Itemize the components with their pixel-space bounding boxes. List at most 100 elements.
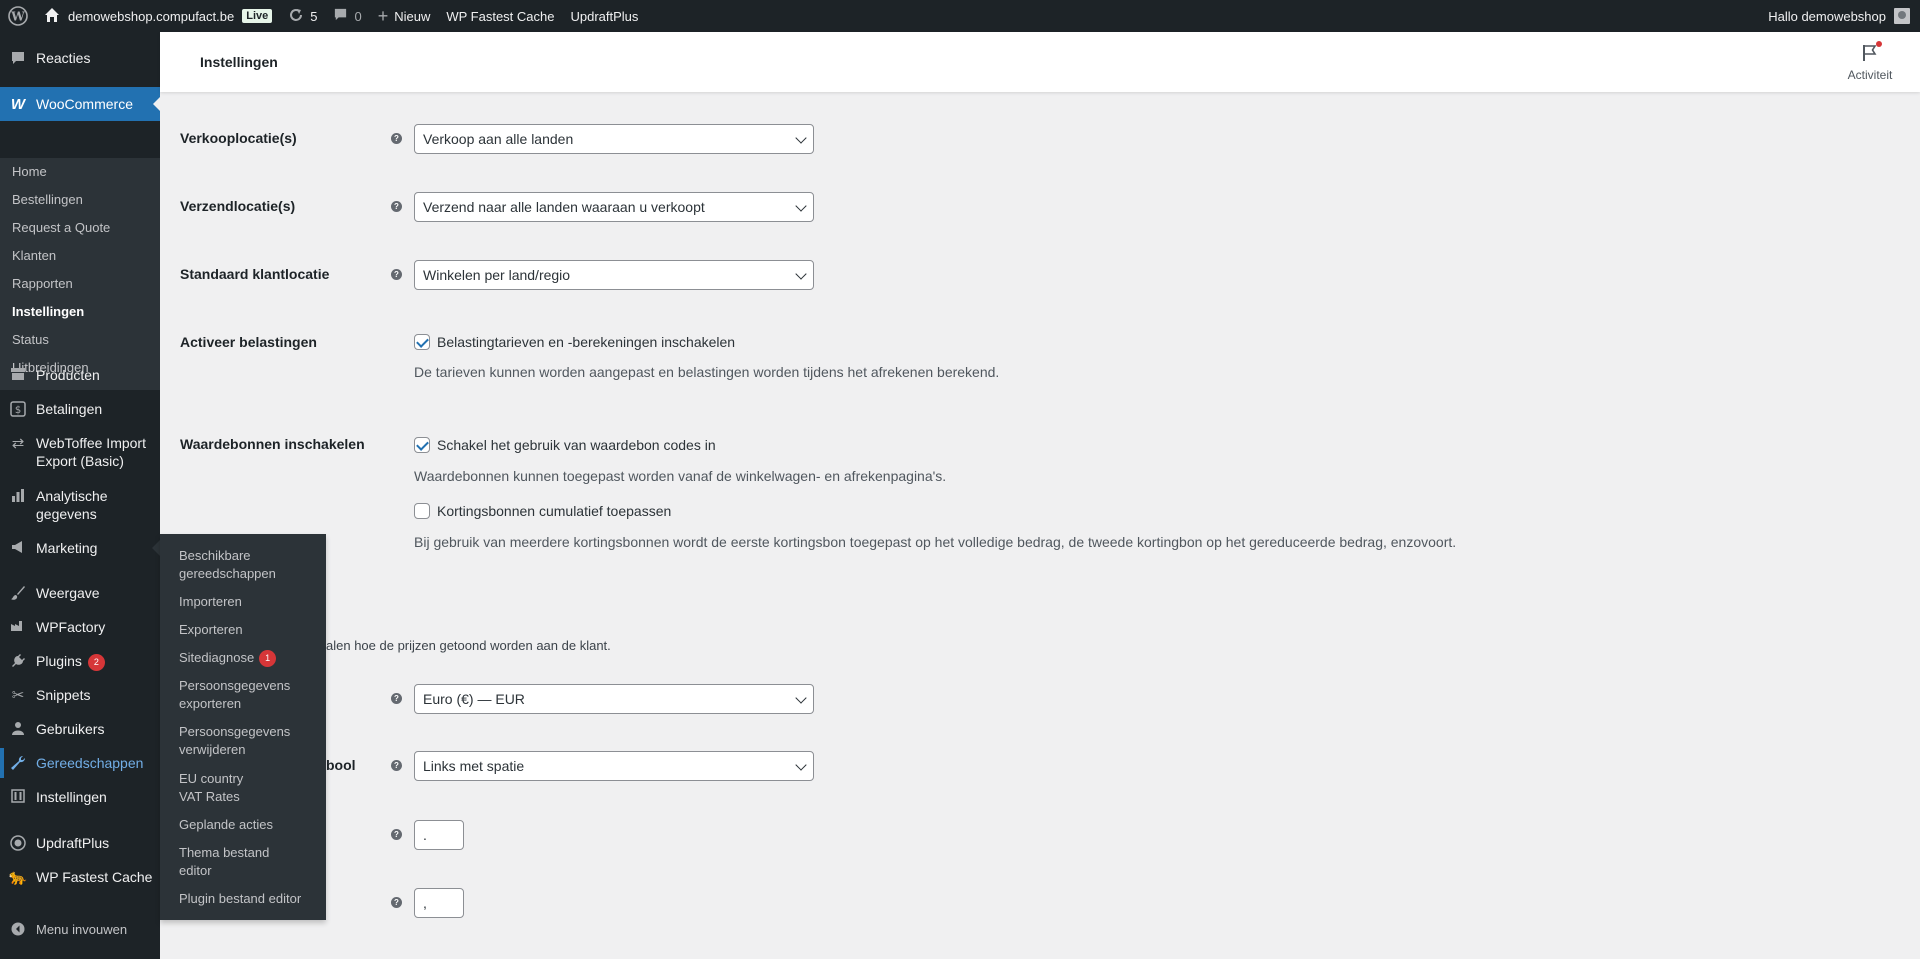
settings-icon bbox=[0, 788, 36, 803]
home-icon bbox=[44, 7, 60, 26]
menu-settings[interactable]: Instellingen bbox=[0, 788, 160, 806]
svg-text:W: W bbox=[10, 10, 25, 24]
flyout-site-health[interactable]: Sitediagnose 1 bbox=[179, 649, 319, 667]
menu-updraftplus[interactable]: UpdraftPlus bbox=[0, 834, 160, 852]
comment-icon bbox=[333, 7, 348, 25]
flyout-eu-vat-rates[interactable]: EU country VAT Rates bbox=[179, 770, 257, 806]
submenu-status[interactable]: Status bbox=[12, 332, 49, 347]
currency-options-intro: alen hoe de prijzen getoond worden aan d… bbox=[326, 638, 611, 653]
flyout-available-tools[interactable]: Beschikbare gereedschappen bbox=[179, 547, 319, 583]
collapse-icon bbox=[0, 921, 36, 936]
plugins-update-badge: 2 bbox=[87, 654, 105, 671]
cumulative-coupons-checkbox-label[interactable]: Kortingsbonnen cumulatief toepassen bbox=[437, 503, 671, 519]
help-icon[interactable]: ? bbox=[391, 897, 402, 908]
enable-taxes-checkbox-label[interactable]: Belastingtarieven en -berekeningen insch… bbox=[437, 334, 735, 350]
help-icon[interactable]: ? bbox=[391, 829, 402, 840]
menu-tools[interactable]: Gereedschappen bbox=[0, 748, 160, 778]
menu-payments[interactable]: $ Betalingen bbox=[0, 400, 160, 418]
account-menu[interactable]: Hallo demowebshop bbox=[1768, 0, 1920, 32]
enable-taxes-description: De tarieven kunnen worden aangepast en b… bbox=[414, 364, 1000, 380]
admin-bar: W demowebshop.compufact.be Live 5 0 + Ni… bbox=[0, 0, 1920, 32]
submenu-customers[interactable]: Klanten bbox=[12, 248, 56, 263]
enable-coupons-description: Waardebonnen kunnen toegepast worden van… bbox=[414, 468, 947, 484]
chevron-down-icon bbox=[795, 200, 807, 212]
submenu-orders[interactable]: Bestellingen bbox=[12, 192, 83, 207]
help-icon[interactable]: ? bbox=[391, 760, 402, 771]
refresh-icon bbox=[288, 7, 304, 26]
user-icon bbox=[0, 720, 36, 735]
chevron-down-icon bbox=[795, 268, 807, 280]
currency-select[interactable]: Euro (€) — EUR bbox=[414, 684, 814, 714]
wp-fastest-cache-link[interactable]: WP Fastest Cache bbox=[438, 0, 562, 32]
wrench-icon bbox=[0, 754, 36, 771]
help-icon[interactable]: ? bbox=[391, 269, 402, 280]
enable-taxes-label: Activeer belastingen bbox=[180, 334, 317, 350]
menu-woocommerce[interactable]: W WooCommerce bbox=[0, 87, 161, 121]
flyout-export-personal-data[interactable]: Persoonsgegevens exporteren bbox=[179, 677, 319, 713]
default-location-select[interactable]: Winkelen per land/regio bbox=[414, 260, 814, 290]
new-content-link[interactable]: + Nieuw bbox=[370, 0, 439, 32]
submenu-request-quote[interactable]: Request a Quote bbox=[12, 220, 110, 235]
enable-coupons-checkbox-label[interactable]: Schakel het gebruik van waardebon codes … bbox=[437, 437, 716, 453]
help-icon[interactable]: ? bbox=[391, 693, 402, 704]
flyout-export[interactable]: Exporteren bbox=[179, 621, 319, 639]
enable-taxes-checkbox[interactable] bbox=[414, 334, 430, 350]
activity-button[interactable]: Activiteit bbox=[1820, 32, 1920, 92]
decimal-separator-input[interactable]: , bbox=[414, 888, 464, 918]
shipping-locations-label: Verzendlocatie(s) bbox=[180, 198, 296, 214]
menu-products[interactable]: Producten bbox=[0, 366, 160, 384]
updraftplus-link[interactable]: UpdraftPlus bbox=[562, 0, 646, 32]
flyout-erase-personal-data[interactable]: Persoonsgegevens verwijderen bbox=[179, 723, 319, 759]
wordpress-logo-icon[interactable]: W bbox=[0, 0, 36, 32]
menu-webtoffee[interactable]: ⇄ WebToffee Import Export (Basic) bbox=[0, 434, 160, 470]
menu-users[interactable]: Gebruikers bbox=[0, 720, 160, 738]
page-header: Instellingen Activiteit bbox=[160, 32, 1920, 92]
avatar bbox=[1894, 8, 1910, 24]
flyout-scheduled-actions[interactable]: Geplande acties bbox=[179, 816, 319, 834]
selling-locations-select[interactable]: Verkoop aan alle landen bbox=[414, 124, 814, 154]
submenu-home[interactable]: Home bbox=[12, 164, 47, 179]
updates-link[interactable]: 5 bbox=[280, 0, 325, 32]
enable-coupons-label: Waardebonnen inschakelen bbox=[180, 436, 365, 452]
active-arrow bbox=[153, 96, 161, 112]
menu-wpfactory[interactable]: WPFactory bbox=[0, 618, 160, 636]
help-icon[interactable]: ? bbox=[391, 133, 402, 144]
help-icon[interactable]: ? bbox=[391, 201, 402, 212]
chevron-down-icon bbox=[795, 692, 807, 704]
woocommerce-icon: W bbox=[10, 95, 26, 113]
cheetah-icon: 🐆 bbox=[8, 869, 28, 886]
updraft-icon bbox=[0, 834, 36, 851]
menu-appearance[interactable]: Weergave bbox=[0, 584, 160, 602]
selling-locations-label: Verkooplocatie(s) bbox=[180, 130, 297, 146]
currency-position-label: bool bbox=[326, 757, 356, 773]
currency-position-select[interactable]: Links met spatie bbox=[414, 751, 814, 781]
activity-notification-dot bbox=[1876, 41, 1882, 47]
dollar-icon: $ bbox=[0, 400, 36, 417]
site-name-link[interactable]: demowebshop.compufact.be Live bbox=[36, 0, 280, 32]
flyout-import[interactable]: Importeren bbox=[179, 593, 319, 611]
menu-plugins[interactable]: Plugins 2 bbox=[0, 652, 160, 671]
page-title: Instellingen bbox=[200, 54, 278, 70]
submenu-reports[interactable]: Rapporten bbox=[12, 276, 73, 291]
svg-text:$: $ bbox=[15, 405, 21, 416]
shipping-locations-select[interactable]: Verzend naar alle landen waaraan u verko… bbox=[414, 192, 814, 222]
scissors-icon: ✂ bbox=[11, 687, 25, 704]
enable-coupons-checkbox[interactable] bbox=[414, 437, 430, 453]
tools-flyout-menu: Beschikbare gereedschappen Importeren Ex… bbox=[160, 534, 326, 920]
flyout-plugin-file-editor[interactable]: Plugin bestand editor bbox=[179, 890, 319, 908]
cumulative-coupons-checkbox[interactable] bbox=[414, 503, 430, 519]
brush-icon bbox=[0, 584, 36, 601]
thousand-separator-input[interactable]: . bbox=[414, 820, 464, 850]
menu-analytics[interactable]: Analytische gegevens bbox=[0, 487, 160, 523]
menu-collapse[interactable]: Menu invouwen bbox=[0, 921, 160, 939]
menu-marketing[interactable]: Marketing bbox=[0, 539, 160, 557]
menu-comments[interactable]: Reacties bbox=[0, 49, 160, 67]
default-location-label: Standaard klantlocatie bbox=[180, 266, 330, 282]
submenu-settings[interactable]: Instellingen bbox=[12, 304, 84, 319]
comments-link[interactable]: 0 bbox=[325, 0, 369, 32]
menu-wp-fastest-cache[interactable]: 🐆 WP Fastest Cache bbox=[0, 868, 160, 887]
cumulative-coupons-description: Bij gebruik van meerdere kortingsbonnen … bbox=[414, 534, 1457, 550]
menu-snippets[interactable]: ✂ Snippets bbox=[0, 686, 160, 705]
flyout-theme-file-editor[interactable]: Thema bestand editor bbox=[179, 844, 289, 880]
live-badge: Live bbox=[242, 9, 273, 23]
